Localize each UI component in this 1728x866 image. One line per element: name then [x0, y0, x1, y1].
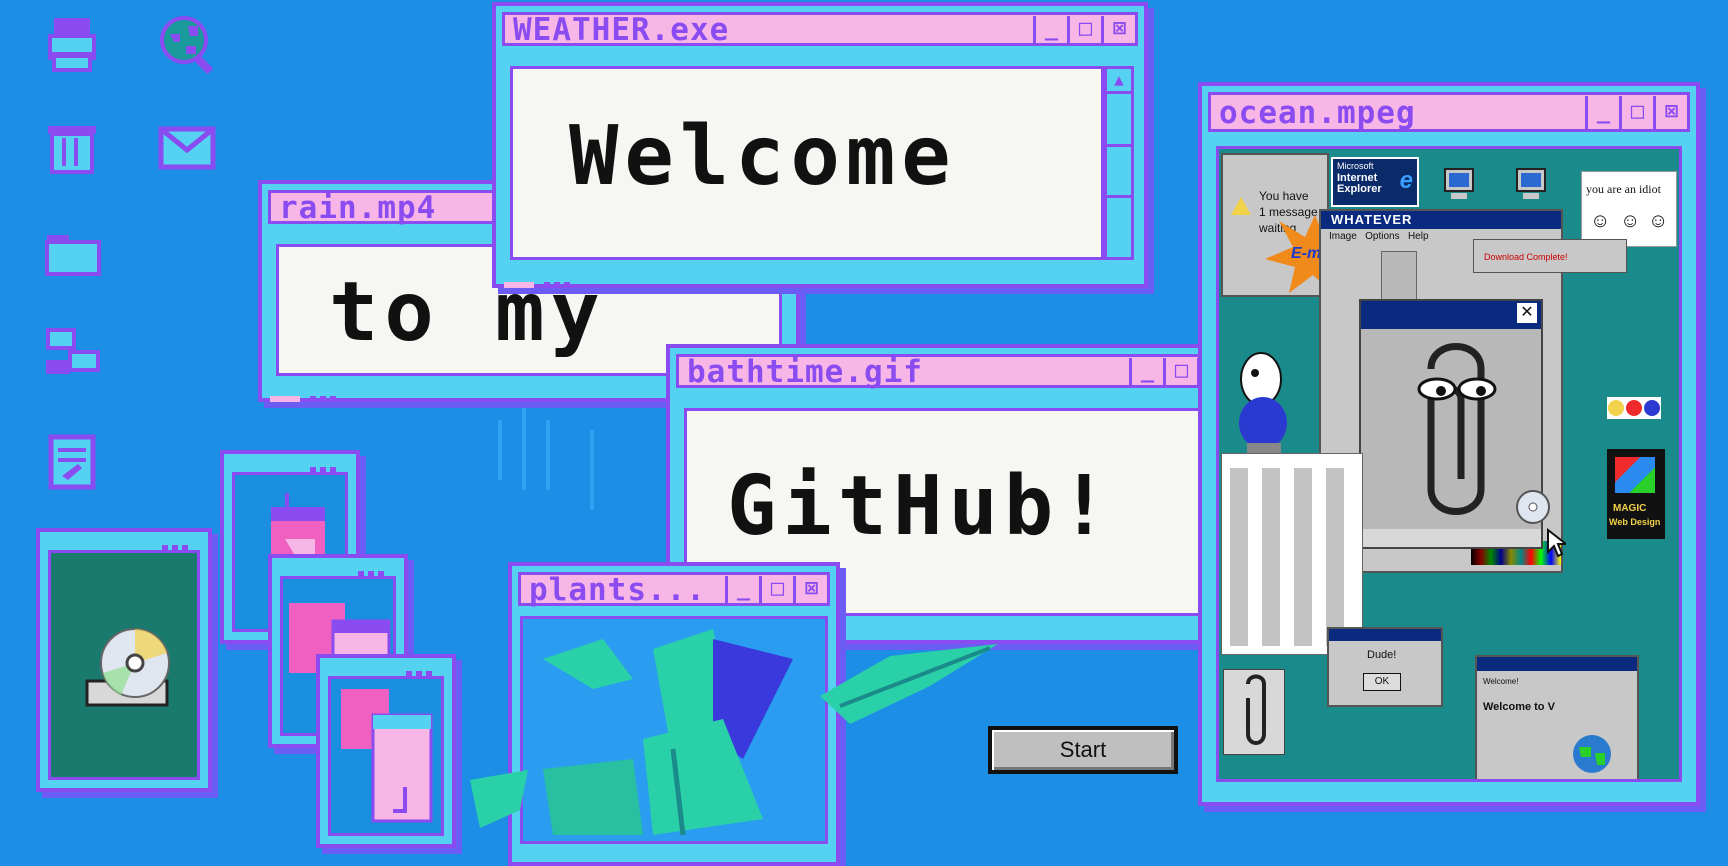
- mini-clippy-image: [1246, 674, 1266, 745]
- mini-clippy-window: [1223, 669, 1285, 755]
- scroll-thumb[interactable]: [1107, 144, 1131, 198]
- network-icon[interactable]: [44, 326, 102, 378]
- globe-search-icon[interactable]: [158, 14, 220, 76]
- trash-icon[interactable]: [44, 120, 100, 176]
- download-text: Download Complete!: [1484, 252, 1568, 262]
- folder-icon[interactable]: [44, 232, 102, 276]
- dude-text: Dude!: [1367, 649, 1397, 661]
- minimize-button[interactable]: _: [1033, 16, 1067, 44]
- ocean-titlebar[interactable]: ocean.mpeg _ □ ⊠: [1208, 92, 1690, 132]
- plants-titlebar[interactable]: plants... _ □ ⊠: [518, 572, 830, 606]
- ocean-title: ocean.mpeg: [1219, 95, 1416, 131]
- computer-icon: [1444, 168, 1474, 199]
- plants-content: [520, 616, 828, 844]
- idiot-text: you are an idiot: [1586, 182, 1661, 196]
- desktop-icon-grid: [1221, 453, 1363, 655]
- menu-help: Help: [1407, 231, 1429, 242]
- welcome-window: Welcome to V Welcome!: [1475, 655, 1639, 779]
- idiot-panel: you are an idiot ☺ ☺ ☺: [1581, 171, 1677, 247]
- ocean-window[interactable]: ocean.mpeg _ □ ⊠ You have 1 message wait…: [1198, 82, 1700, 806]
- ok-button: OK: [1363, 673, 1401, 691]
- smiley-icon: ☺: [1590, 210, 1611, 232]
- cd-window[interactable]: [36, 528, 212, 792]
- weather-titlebar[interactable]: WEATHER.exe _ □ ⊠: [502, 12, 1138, 46]
- plant-leaf-left-image: [470, 770, 528, 828]
- magic-web-design-logo: MAGIC Web Design: [1607, 449, 1665, 539]
- warning-icon: [1231, 197, 1251, 215]
- cd-disc-icon: [1516, 490, 1550, 524]
- mail-icon[interactable]: [158, 126, 216, 170]
- magic-shapes: [1615, 457, 1655, 493]
- icon-grid-pattern: [1230, 468, 1354, 646]
- maximize-button[interactable]: □: [1163, 358, 1197, 386]
- start-button-label: Start: [1059, 737, 1107, 762]
- weather-text: Welcome: [569, 109, 957, 204]
- maximize-button[interactable]: □: [1067, 16, 1101, 44]
- weather-content: Welcome: [510, 66, 1104, 260]
- mini-window-3[interactable]: [316, 654, 456, 848]
- minimize-button[interactable]: _: [725, 576, 759, 604]
- maximize-button[interactable]: □: [1619, 96, 1653, 130]
- close-button[interactable]: ⊠: [793, 576, 827, 604]
- globe-icon: [1573, 735, 1611, 773]
- cursor-icon: [1547, 528, 1566, 558]
- welcome-titlebar: [1477, 657, 1637, 671]
- close-button[interactable]: ⊠: [1101, 16, 1135, 44]
- computer-icon: [1516, 168, 1546, 199]
- smiley-faces-icon: [1607, 397, 1661, 419]
- download-dialog: Download Complete!: [1473, 239, 1627, 273]
- smiley-icon: ☺: [1648, 210, 1669, 232]
- menu-options: Options: [1365, 231, 1400, 242]
- close-icon: ✕: [1517, 303, 1537, 323]
- plants-title: plants...: [529, 572, 706, 608]
- dude-dialog: Dude! OK: [1327, 627, 1443, 707]
- smiley-icon: ☺: [1620, 210, 1641, 232]
- maximize-button[interactable]: □: [759, 576, 793, 604]
- clippy-paperclip-image: [1361, 329, 1541, 529]
- bathtime-text: GitHub!: [727, 459, 1115, 554]
- drink-icon: [341, 689, 433, 823]
- welcome-text: Welcome to V: [1483, 701, 1555, 713]
- bathtime-title: bathtime.gif: [687, 354, 923, 390]
- ie-microsoft-text: Microsoft: [1337, 161, 1374, 171]
- cartoon-mascot-image: [1239, 352, 1287, 453]
- ie-logo-icon: e: [1399, 167, 1413, 194]
- ie-brand-text: Internet Explorer: [1337, 172, 1382, 195]
- clippy-titlebar: ✕: [1361, 301, 1541, 329]
- dude-dialog-titlebar: [1329, 629, 1441, 641]
- start-button[interactable]: Start: [988, 726, 1178, 774]
- scroll-up-arrow-icon[interactable]: ▲: [1107, 69, 1131, 94]
- banana-leaf-image: [820, 644, 998, 724]
- bathtime-titlebar[interactable]: bathtime.gif _ □ ⊠: [676, 354, 1234, 388]
- plants-window[interactable]: plants... _ □ ⊠: [508, 562, 840, 866]
- menu-image: Image: [1329, 231, 1357, 242]
- magic-sub: Web Design: [1609, 517, 1661, 527]
- cd-window-content: [48, 550, 200, 780]
- weather-window[interactable]: WEATHER.exe _ □ ⊠ Welcome ▲: [492, 2, 1148, 288]
- paint-titlebar: WHATEVER: [1321, 211, 1561, 229]
- welcome-dialog-title: Welcome!: [1483, 677, 1519, 686]
- cd-drive-icon: [85, 628, 170, 707]
- close-button[interactable]: ⊠: [1653, 96, 1687, 130]
- weather-title: WEATHER.exe: [513, 12, 730, 48]
- rain-title: rain.mp4: [279, 190, 437, 226]
- rain-status-dots: [270, 387, 360, 402]
- weather-scrollbar[interactable]: ▲: [1104, 66, 1134, 260]
- mini-window-3-content: [328, 676, 444, 836]
- retro-collage: You have 1 message waiting E-mail Micros…: [1216, 146, 1682, 782]
- paint-title: WHATEVER: [1331, 212, 1413, 227]
- printer-icon[interactable]: [44, 16, 100, 72]
- minimize-button[interactable]: _: [1129, 358, 1163, 386]
- plant-leaves-image: [543, 629, 793, 835]
- you-have-text: You have: [1259, 189, 1309, 203]
- minimize-button[interactable]: _: [1585, 96, 1619, 130]
- ie-logo: Microsoft Internet Explorer e: [1331, 157, 1419, 207]
- notepad-icon[interactable]: [48, 432, 96, 490]
- magic-title: MAGIC: [1613, 503, 1647, 514]
- weather-status-dots: [504, 273, 594, 288]
